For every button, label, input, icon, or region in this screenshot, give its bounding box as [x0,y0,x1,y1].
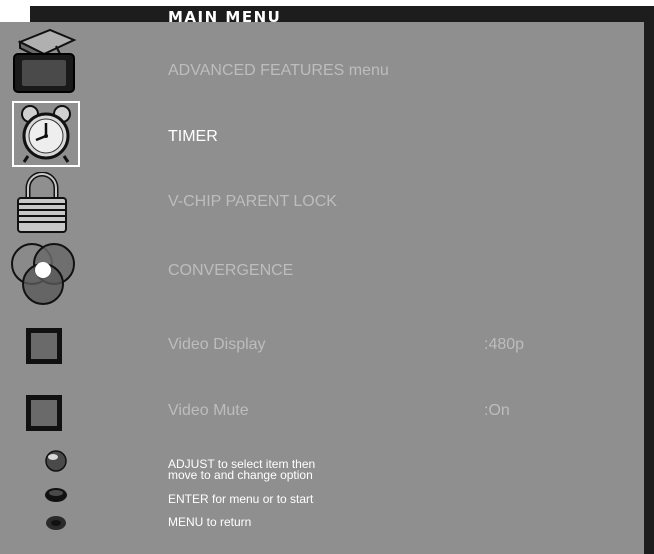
tv-icon [13,28,77,93]
video-display-value[interactable]: :480p [484,335,524,355]
hint-adjust-line2: move to and change option [168,468,313,482]
enter-button-icon [45,488,67,502]
color-circles-icon [11,243,75,305]
video-mute-value[interactable]: :On [484,401,510,421]
square-icon [26,328,62,364]
menu-item-advanced-features[interactable]: ADVANCED FEATURES menu [168,61,389,81]
menu-item-video-mute[interactable]: Video Mute [168,401,249,421]
adjust-button-icon [45,450,67,472]
panel-shadow [644,6,654,554]
menu-item-convergence[interactable]: CONVERGENCE [168,261,293,281]
square-icon [26,395,62,431]
menu-title: MAIN MENU [168,8,282,26]
hint-enter: ENTER for menu or to start [168,492,314,506]
padlock-icon [17,172,67,233]
menu-item-vchip-parent-lock[interactable]: V-CHIP PARENT LOCK [168,192,337,212]
menu-item-video-display[interactable]: Video Display [168,335,266,355]
hint-menu: MENU to return [168,515,252,529]
alarm-clock-icon [21,105,71,163]
menu-panel [0,22,644,554]
menu-button-icon [46,516,66,530]
menu-item-timer[interactable]: TIMER [168,127,218,147]
